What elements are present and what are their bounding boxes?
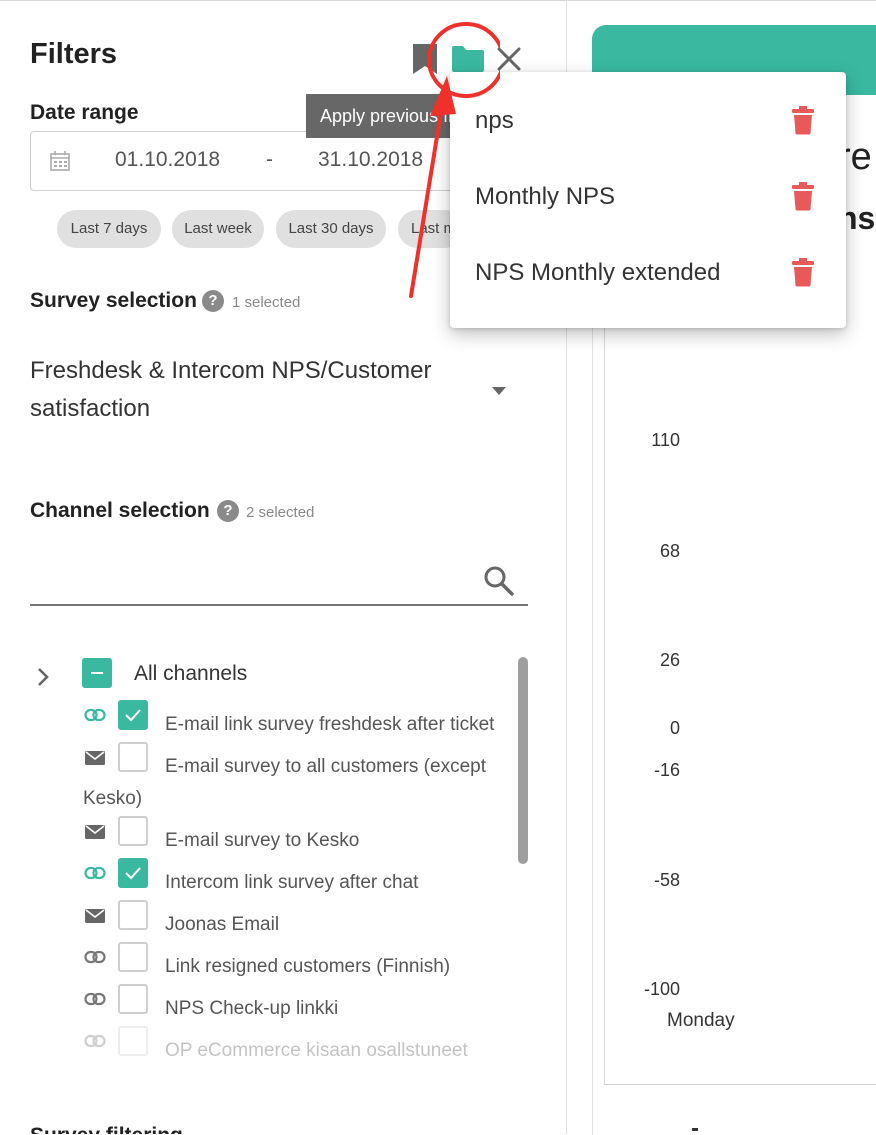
channel-checkbox[interactable] [118,700,148,730]
check-icon [125,867,141,880]
channel-count: 2 selected [246,504,315,521]
date-range-label: Date range [30,101,139,124]
channel-label: Joonas Email [165,914,280,935]
mail-icon [85,751,105,765]
channel-label: E-mail survey to Kesko [165,830,360,851]
list-fade [30,1068,520,1090]
channel-label-continued: Kesko) [83,788,143,809]
menu-item-label: NPS Monthly extended [475,259,721,286]
channel-checkbox[interactable] [118,742,148,772]
link-icon [84,950,106,964]
date-start[interactable]: 01.10.2018 [115,148,220,172]
survey-count: 1 selected [232,294,301,311]
channel-label: E-mail survey to all customers (except [165,756,486,777]
trash-icon[interactable] [791,105,815,135]
survey-select-value[interactable]: Freshdesk & Intercom NPS/Customer satisf… [30,352,470,428]
chart-axis-line [604,320,605,1085]
menu-item-nps[interactable]: nps [450,85,846,161]
link-icon [84,866,106,880]
date-separator: - [266,148,273,171]
trash-icon[interactable] [791,181,815,211]
channel-label: E-mail link survey freshdesk after ticke… [165,714,495,735]
annotation-circle [427,22,500,98]
survey-filtering-label: Survey filtering [30,1124,183,1134]
channel-selection-label: Channel selection [30,499,210,522]
y-tick: -58 [653,870,680,890]
x-tick: Monday [667,1010,735,1031]
mail-icon [85,825,105,839]
channel-label: Link resigned customers (Finnish) [165,956,451,977]
channel-checkbox[interactable] [118,942,148,972]
channel-checkbox[interactable] [118,858,148,888]
channel-checkbox[interactable] [118,1026,148,1056]
y-tick: 0 [669,718,680,738]
chip-last-30-days[interactable]: Last 30 days [276,210,386,248]
channel-label: NPS Check-up linkki [165,998,339,1019]
filters-title: Filters [30,38,118,70]
search-icon[interactable] [483,565,515,597]
channel-label: Intercom link survey after chat [165,872,419,893]
survey-selection-label: Survey selection [30,289,197,312]
channel-label: OP eCommerce kisaan osallstuneet [165,1040,468,1061]
top-border [0,0,876,1]
dropdown-arrow-icon[interactable] [490,385,508,397]
channel-checkbox[interactable] [118,984,148,1014]
chart-baseline [604,1084,876,1085]
scrollbar[interactable] [518,657,528,864]
link-icon [84,992,106,1006]
indeterminate-mark [91,672,103,674]
mail-icon [85,909,105,923]
y-tick: 26 [659,650,680,670]
check-icon [125,709,141,722]
calendar-icon [50,151,70,171]
y-tick: 110 [651,430,680,450]
channel-search-input[interactable] [30,604,528,606]
y-tick: -16 [653,760,680,780]
annotation-arrowhead [430,76,456,116]
chip-last-7-days[interactable]: Last 7 days [57,210,161,248]
trash-icon[interactable] [791,257,815,287]
help-icon[interactable]: ? [217,500,239,522]
annotation-overlay [409,22,500,298]
channel-checkbox[interactable] [118,900,148,930]
link-icon [84,1034,106,1048]
y-tick: 68 [659,541,680,561]
bottom-mark [692,1128,698,1131]
all-channels-checkbox[interactable] [82,658,112,688]
y-tick: -100 [643,979,680,999]
annotation-arrow [409,104,444,298]
help-icon[interactable]: ? [202,290,224,312]
chevron-right-icon[interactable] [35,666,51,688]
menu-item-nps-monthly-extended[interactable]: NPS Monthly extended [450,237,846,313]
menu-item-monthly-nps[interactable]: Monthly NPS [450,161,846,237]
all-channels-label: All channels [134,662,248,685]
channel-checkbox[interactable] [118,816,148,846]
link-icon [84,708,106,722]
saved-filters-menu: nps Monthly NPS NPS Monthly extended [450,72,846,328]
chip-last-week[interactable]: Last week [172,210,264,248]
